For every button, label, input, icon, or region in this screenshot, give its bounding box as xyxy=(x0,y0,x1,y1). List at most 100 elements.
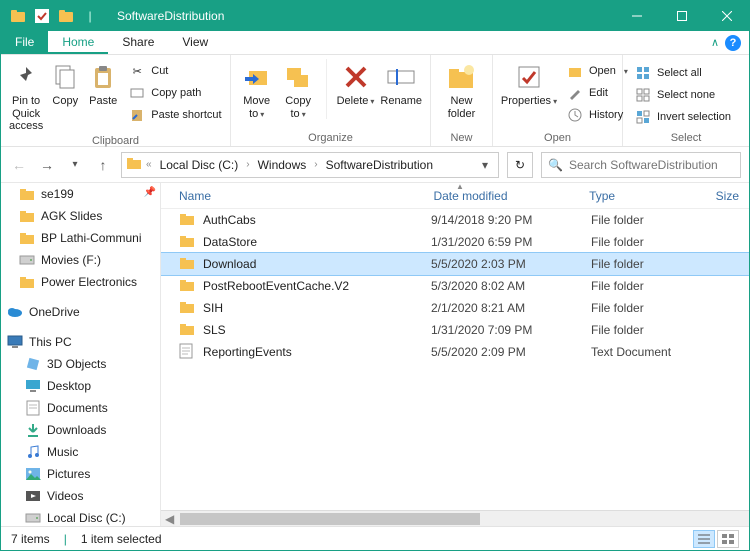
horizontal-scrollbar[interactable]: ◀ xyxy=(161,510,749,526)
minimize-button[interactable] xyxy=(614,1,659,31)
invert-selection-icon xyxy=(635,109,651,125)
qat-folder-icon[interactable] xyxy=(7,5,29,27)
select-all-button[interactable]: Select all xyxy=(631,63,735,83)
file-row-datastore[interactable]: DataStore1/31/2020 6:59 PMFile folder xyxy=(161,231,749,253)
maximize-button[interactable] xyxy=(659,1,704,31)
pin-to-quick-access-button[interactable]: Pin to Quick access xyxy=(9,59,43,133)
up-button[interactable]: ↑ xyxy=(93,153,113,177)
new-folder-button[interactable]: New folder xyxy=(439,59,484,120)
nav-pc-local-disc-c-[interactable]: Local Disc (C:) xyxy=(1,507,160,526)
file-row-authcabs[interactable]: AuthCabs9/14/2018 9:20 PMFile folder xyxy=(161,209,749,231)
recent-locations-button[interactable]: ▾ xyxy=(65,153,85,177)
nav-pc-icon-7 xyxy=(25,510,41,526)
qat-folder2-icon[interactable] xyxy=(55,5,77,27)
nav-quick-4[interactable]: Power Electronics xyxy=(1,271,160,293)
column-type[interactable]: Type xyxy=(579,189,706,203)
copy-to-icon xyxy=(282,61,314,93)
history-button[interactable]: History xyxy=(563,105,632,125)
select-none-button[interactable]: Select none xyxy=(631,85,735,105)
nav-pc-videos[interactable]: Videos xyxy=(1,485,160,507)
search-icon: 🔍 xyxy=(548,158,563,172)
file-rows[interactable]: AuthCabs9/14/2018 9:20 PMFile folderData… xyxy=(161,209,749,510)
file-date: 1/31/2020 6:59 PM xyxy=(431,235,591,249)
organize-group-label: Organize xyxy=(239,130,422,144)
invert-selection-button[interactable]: Invert selection xyxy=(631,107,735,127)
column-size[interactable]: Size xyxy=(706,189,749,203)
crumb-2[interactable]: SoftwareDistribution xyxy=(322,158,437,172)
tab-view[interactable]: View xyxy=(168,31,222,54)
nav-pc-desktop[interactable]: Desktop xyxy=(1,375,160,397)
help-icon[interactable]: ? xyxy=(725,35,741,51)
crumb-sep-1[interactable]: › xyxy=(312,159,319,170)
refresh-button[interactable]: ↻ xyxy=(507,152,533,178)
folder-icon xyxy=(179,255,195,274)
column-date[interactable]: Date modified xyxy=(423,189,579,203)
copy-to-button[interactable]: Copy to▾ xyxy=(280,59,315,120)
text-icon xyxy=(179,343,195,362)
select-none-icon xyxy=(635,87,651,103)
paste-shortcut-button[interactable]: Paste shortcut xyxy=(125,105,225,125)
file-date: 5/5/2020 2:09 PM xyxy=(431,345,591,359)
back-button[interactable]: ← xyxy=(9,153,29,177)
search-input[interactable] xyxy=(569,158,734,172)
nav-quick-3[interactable]: Movies (F:) xyxy=(1,249,160,271)
nav-quick-2[interactable]: BP Lathi-Communi xyxy=(1,227,160,249)
move-to-icon xyxy=(241,61,273,93)
view-details-button[interactable] xyxy=(693,530,715,548)
rename-button[interactable]: Rename xyxy=(380,59,422,108)
edit-button[interactable]: Edit xyxy=(563,83,632,103)
drive-icon xyxy=(19,252,35,268)
paste-button[interactable]: Paste xyxy=(87,59,119,108)
address-dropdown-icon[interactable]: ▾ xyxy=(476,158,494,172)
search-box[interactable]: 🔍 xyxy=(541,152,741,178)
window-title: SoftwareDistribution xyxy=(117,9,224,23)
navigation-pane[interactable]: 📌 se199AGK SlidesBP Lathi-CommuniMovies … xyxy=(1,183,161,526)
nav-pc-documents[interactable]: Documents xyxy=(1,397,160,419)
paste-icon xyxy=(87,61,119,93)
nav-pc-music[interactable]: Music xyxy=(1,441,160,463)
crumb-0[interactable]: Local Disc (C:) xyxy=(156,158,243,172)
close-button[interactable] xyxy=(704,1,749,31)
file-row-postrebooteventcache-v2[interactable]: PostRebootEventCache.V25/3/2020 8:02 AMF… xyxy=(161,275,749,297)
scrollbar-thumb[interactable] xyxy=(180,513,480,525)
nav-quick-0[interactable]: se199 xyxy=(1,183,160,205)
ribbon-collapse-icon[interactable]: ∧ xyxy=(711,36,719,49)
select-all-icon xyxy=(635,65,651,81)
nav-onedrive[interactable]: OneDrive xyxy=(1,301,160,323)
pin-indicator-icon: 📌 xyxy=(144,187,156,198)
copy-path-button[interactable]: Copy path xyxy=(125,83,225,103)
file-row-download[interactable]: Download5/5/2020 2:03 PMFile folder xyxy=(161,253,749,275)
history-icon xyxy=(567,107,583,123)
nav-pc-pictures[interactable]: Pictures xyxy=(1,463,160,485)
properties-button[interactable]: Properties▾ xyxy=(501,59,557,108)
view-large-icons-button[interactable] xyxy=(717,530,739,548)
crumb-1[interactable]: Windows xyxy=(254,158,311,172)
address-bar-row: ← → ▾ ↑ « Local Disc (C:) › Windows › So… xyxy=(1,147,749,183)
nav-quick-1[interactable]: AGK Slides xyxy=(1,205,160,227)
file-name: ReportingEvents xyxy=(203,345,292,359)
cut-button[interactable]: ✂Cut xyxy=(125,61,225,81)
delete-button[interactable]: Delete▾ xyxy=(337,59,375,108)
titlebar: | SoftwareDistribution xyxy=(1,1,749,31)
nav-pc-3d-objects[interactable]: 3D Objects xyxy=(1,353,160,375)
file-row-sih[interactable]: SIH2/1/2020 8:21 AMFile folder xyxy=(161,297,749,319)
tab-file[interactable]: File xyxy=(1,31,48,54)
nav-pc-downloads[interactable]: Downloads xyxy=(1,419,160,441)
crumb-sep-0[interactable]: › xyxy=(244,159,251,170)
copy-button[interactable]: Copy xyxy=(49,59,81,108)
forward-button[interactable]: → xyxy=(37,153,57,177)
move-to-button[interactable]: Move to▾ xyxy=(239,59,274,120)
tab-share[interactable]: Share xyxy=(108,31,168,54)
nav-this-pc[interactable]: This PC xyxy=(1,331,160,353)
column-name[interactable]: Name xyxy=(161,189,423,203)
file-date: 2/1/2020 8:21 AM xyxy=(431,301,591,315)
open-button[interactable]: Open▾ xyxy=(563,61,632,81)
pin-icon xyxy=(10,61,42,93)
crumb-root-sep[interactable]: « xyxy=(144,159,154,170)
qat-check-icon[interactable] xyxy=(31,5,53,27)
file-row-reportingevents[interactable]: ReportingEvents5/5/2020 2:09 PMText Docu… xyxy=(161,341,749,363)
address-bar[interactable]: « Local Disc (C:) › Windows › SoftwareDi… xyxy=(121,152,499,178)
file-row-sls[interactable]: SLS1/31/2020 7:09 PMFile folder xyxy=(161,319,749,341)
tab-home[interactable]: Home xyxy=(48,31,108,54)
scroll-left-icon[interactable]: ◀ xyxy=(161,512,178,526)
